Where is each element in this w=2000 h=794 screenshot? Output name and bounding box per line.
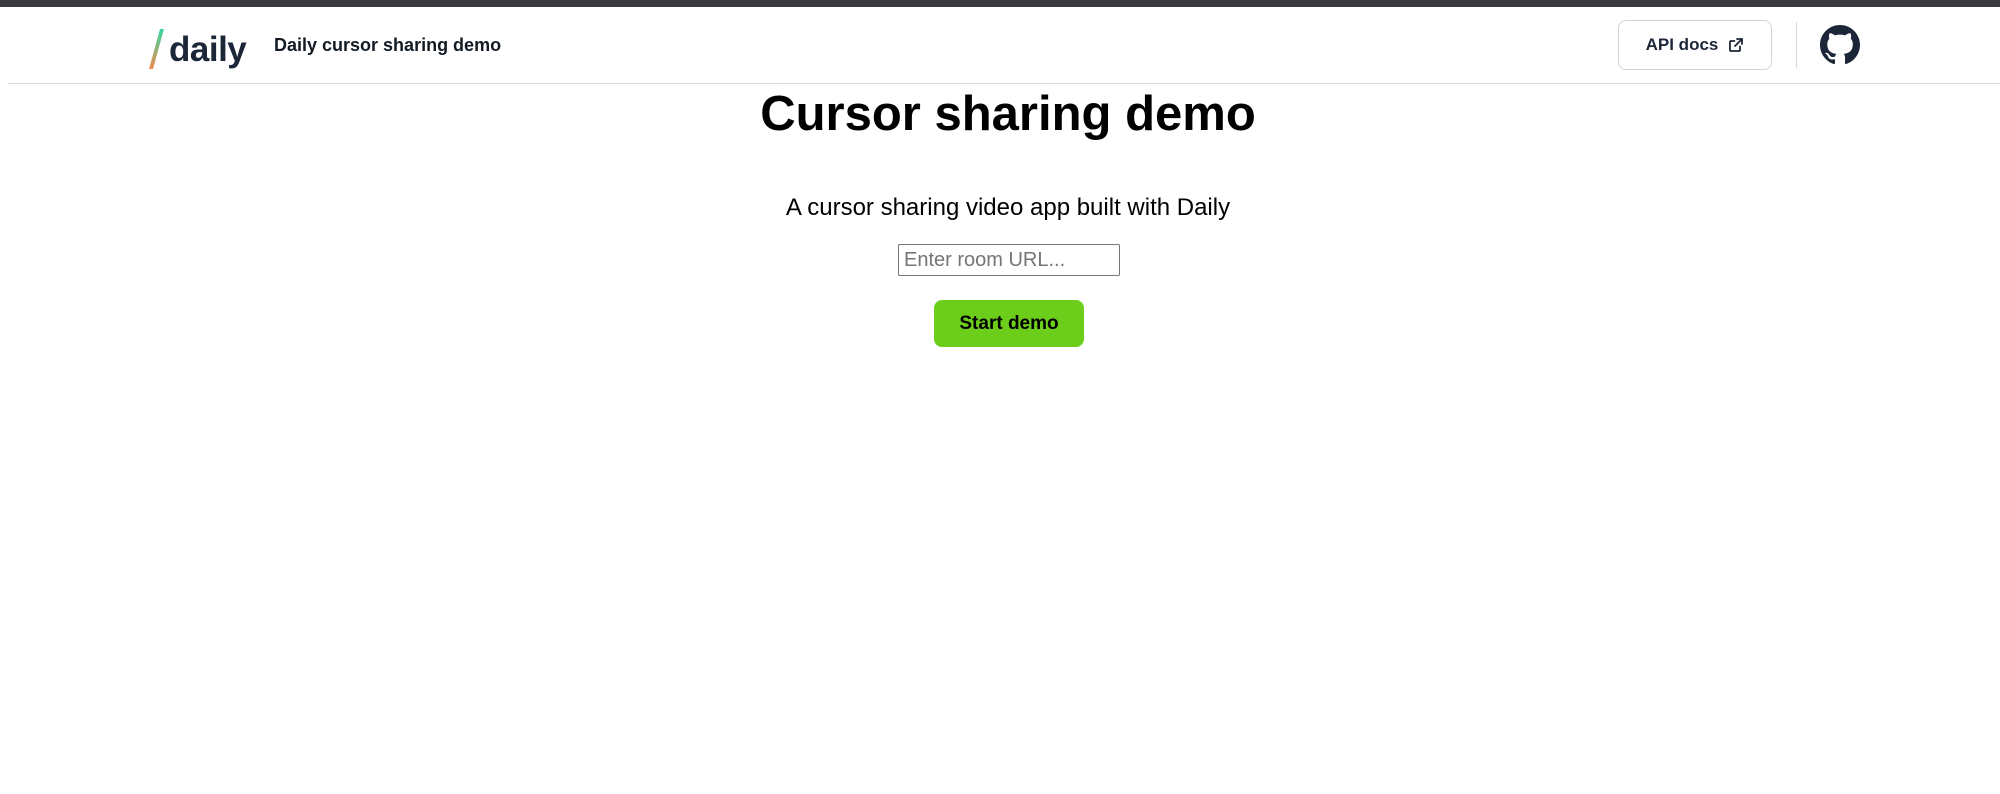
header-divider [1796,22,1797,68]
page-title: Cursor sharing demo [760,87,1256,141]
external-link-icon [1729,38,1744,52]
api-docs-label: API docs [1645,35,1719,54]
page-subtitle: A cursor sharing video app built with Da… [785,194,1231,221]
window-top-strip [0,0,2000,7]
site-header: daily Daily cursor sharing demo API docs [8,7,2000,84]
api-docs-button[interactable]: API docs [1618,20,1772,70]
logo-slash-icon [149,29,164,69]
daily-logo[interactable]: daily [148,25,247,73]
room-url-input[interactable] [898,244,1120,276]
github-link[interactable] [1820,25,1860,65]
github-icon [1820,25,1860,65]
start-demo-button[interactable]: Start demo [934,300,1084,347]
logo-wordmark: daily [169,29,247,69]
app-title: Daily cursor sharing demo [274,35,502,55]
